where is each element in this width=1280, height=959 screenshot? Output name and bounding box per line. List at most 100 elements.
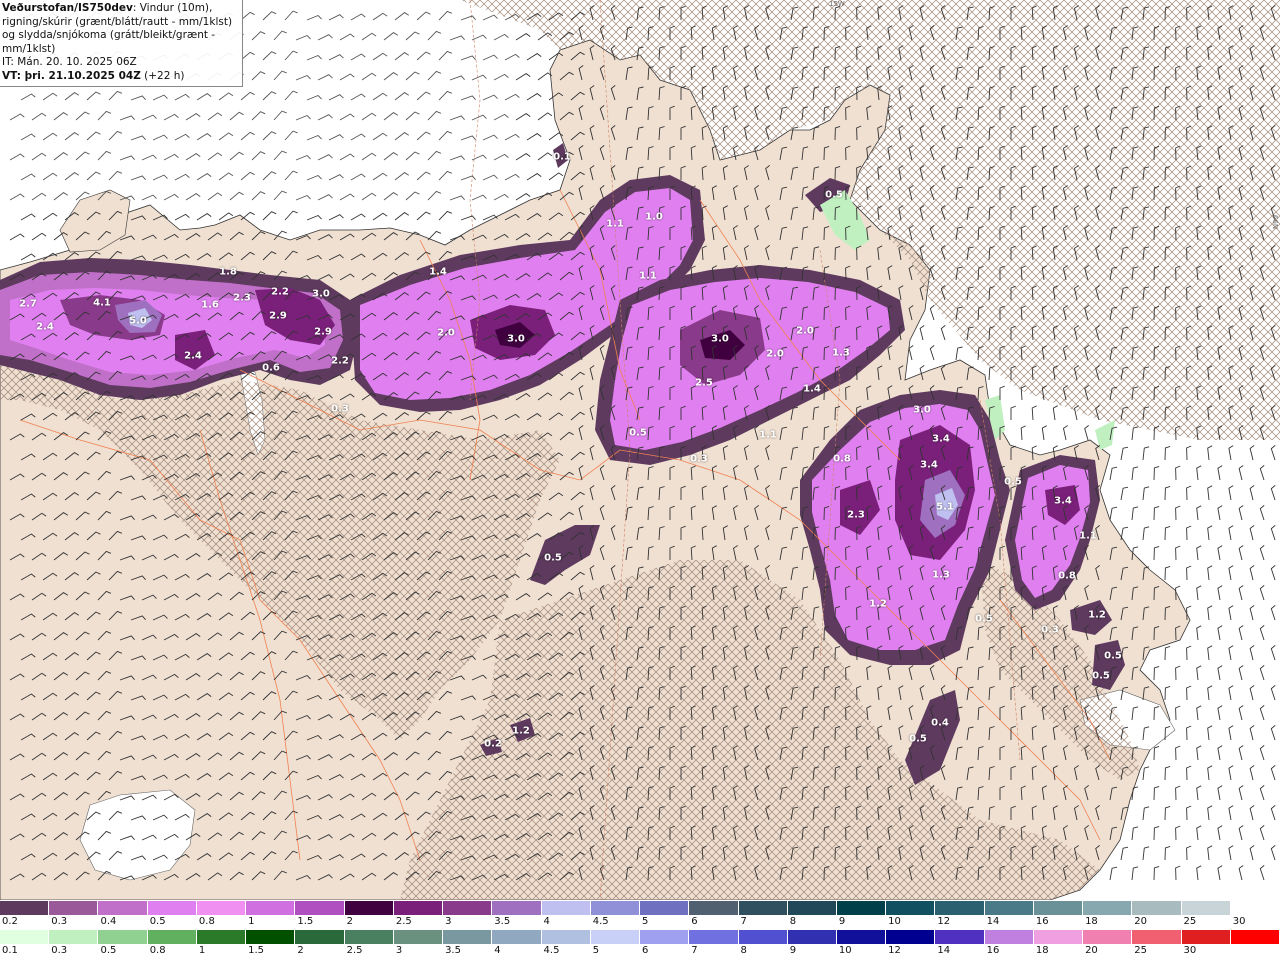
legend-swatch xyxy=(196,901,247,915)
legend-swatch xyxy=(98,901,148,915)
legend-tick-label: 25 xyxy=(1183,916,1197,927)
precip-value-label: 0.5 xyxy=(1004,476,1022,488)
legend-tick-label: 1 xyxy=(198,945,206,956)
precip-value-label: 1.8 xyxy=(219,266,237,278)
precip-value-label: 0.6 xyxy=(262,362,280,374)
legend-tick-label: 30 xyxy=(1183,945,1197,956)
legend-swatch xyxy=(886,901,936,915)
legend-swatch xyxy=(836,901,887,915)
precip-value-label: 0.5 xyxy=(975,613,993,625)
legend-tick-label: 2.5 xyxy=(346,945,363,956)
legend-swatch xyxy=(1230,930,1280,944)
legend-tick-label: 0.8 xyxy=(198,916,215,927)
legend-swatch xyxy=(640,930,690,944)
legend-tick-label: 8 xyxy=(789,916,797,927)
precip-value-label: 1.1 xyxy=(1079,530,1097,542)
precip-value-label: 2.0 xyxy=(437,327,455,339)
precip-value-label: 2.5 xyxy=(695,377,713,389)
legend-swatch xyxy=(935,901,985,915)
legend-tick-label: 16 xyxy=(986,945,1000,956)
legend-tick-label: 4 xyxy=(543,916,550,927)
precip-value-label: 2.2 xyxy=(331,355,349,367)
legend-tick-label: 0.2 xyxy=(2,916,18,927)
precip-value-label: 0.4 xyxy=(931,717,949,729)
legend-swatch xyxy=(984,901,1034,915)
legend-tick-label: 4.5 xyxy=(543,945,560,956)
legend-swatch xyxy=(0,930,50,944)
legend-swatch xyxy=(1132,901,1182,915)
legend-swatch xyxy=(689,901,739,915)
precip-value-label: 1.2 xyxy=(869,598,887,610)
legend-tick-label: 1.5 xyxy=(248,945,265,956)
legend-tick-label: 12 xyxy=(937,916,951,927)
legend-swatch xyxy=(1132,930,1182,944)
precip-value-label: 0.5 xyxy=(1104,650,1122,662)
precip-value-label: 1.0 xyxy=(645,211,663,223)
legend-swatch xyxy=(1033,901,1084,915)
legend-tick-label: 1.5 xyxy=(297,916,314,927)
legend-tick-label: 0.5 xyxy=(149,916,166,927)
snow-legend: 0.2 0.3 0.4 0.5 0.8 1 1.5 2 2.5 3 3.5 4 4.5 5 6 7 8 9 10 12… xyxy=(0,901,1280,930)
map-canvas xyxy=(0,0,1280,900)
legend-tick-label: 0.4 xyxy=(100,916,117,927)
precip-value-label: 0.5 xyxy=(909,733,927,745)
legend-swatch xyxy=(246,901,296,915)
legend-tick-label: 18 xyxy=(1085,916,1098,927)
legend-swatch xyxy=(147,930,197,944)
legend-tick-label: 3 xyxy=(445,916,452,927)
precip-value-label: 3.4 xyxy=(1054,495,1072,507)
precip-value-label: 0.5 xyxy=(825,189,843,201)
top-edge-label: 15W xyxy=(829,0,845,8)
forecast-map[interactable]: 2.7 4.1 2.4 5.0 1.8 1.6 2.3 2.2 3.0 2.9 2.9 2.4 2.2 0… xyxy=(0,0,1280,900)
legend-swatch xyxy=(640,901,690,915)
precip-value-label: 3.4 xyxy=(932,433,950,445)
precip-value-label: 2.4 xyxy=(36,321,54,333)
precip-value-label: 0.5 xyxy=(544,552,562,564)
precip-value-label: 4.1 xyxy=(93,297,111,309)
precip-value-label: 2.3 xyxy=(847,509,865,521)
legend-swatch xyxy=(49,901,99,915)
precip-value-label: 1.2 xyxy=(512,725,530,737)
legend-tick-label: 0.1 xyxy=(2,945,18,956)
precip-value-label: 2.9 xyxy=(314,326,332,338)
legend-swatch xyxy=(836,930,887,944)
legend-tick-label: 2.5 xyxy=(395,916,412,927)
precip-value-label: 1.1 xyxy=(639,270,657,282)
legend-tick-label: 2 xyxy=(297,945,304,956)
precip-value-label: 0.3 xyxy=(1041,624,1059,636)
precip-value-label: 2.7 xyxy=(19,298,37,310)
legend-swatch xyxy=(1033,930,1084,944)
legend-swatch xyxy=(344,930,394,944)
precip-value-label: 1.4 xyxy=(429,266,447,278)
precip-value-label: 5.0 xyxy=(129,315,147,327)
legend-tick-label: 20 xyxy=(1134,916,1148,927)
snow-legend-colorbar xyxy=(0,901,1280,915)
legend-swatch xyxy=(1083,901,1133,915)
precip-value-label: 2.0 xyxy=(796,325,814,337)
precip-value-label: 0.8 xyxy=(833,453,851,465)
legend-tick-label: 20 xyxy=(1085,945,1098,956)
precip-value-label: 1.3 xyxy=(932,569,950,581)
init-time: IT: Mán. 20. 10. 2025 06Z xyxy=(2,56,137,68)
rain-legend-ticks: 0.1 0.3 0.5 0.8 1 1.5 2 2.5 3 3.5 4 4.5 5 6 7 8 9 10 12 14 1… xyxy=(0,944,1280,958)
legend-swatch xyxy=(738,901,788,915)
legend-swatch xyxy=(492,901,542,915)
precip-value-label: 2.3 xyxy=(233,292,251,304)
legend-swatch xyxy=(1230,901,1280,915)
legend-swatch xyxy=(344,901,394,915)
legend-swatch xyxy=(443,930,493,944)
precip-value-label: 3.0 xyxy=(711,333,729,345)
legend-tick-label: 9 xyxy=(838,916,846,927)
precip-value-label: 3.0 xyxy=(913,404,931,416)
legend-swatch xyxy=(984,930,1034,944)
legend-swatch xyxy=(295,901,345,915)
legend-tick-label: 4.5 xyxy=(592,916,609,927)
precip-value-label: 1.6 xyxy=(201,299,219,311)
legend-tick-label: 14 xyxy=(937,945,951,956)
precip-value-label: 1.4 xyxy=(803,383,821,395)
legend-tick-label: 30 xyxy=(1232,916,1246,927)
legend-tick-label: 18 xyxy=(1035,945,1049,956)
legend-tick-label: 16 xyxy=(1035,916,1049,927)
legend-swatch xyxy=(295,930,345,944)
legend-swatch xyxy=(787,930,837,944)
